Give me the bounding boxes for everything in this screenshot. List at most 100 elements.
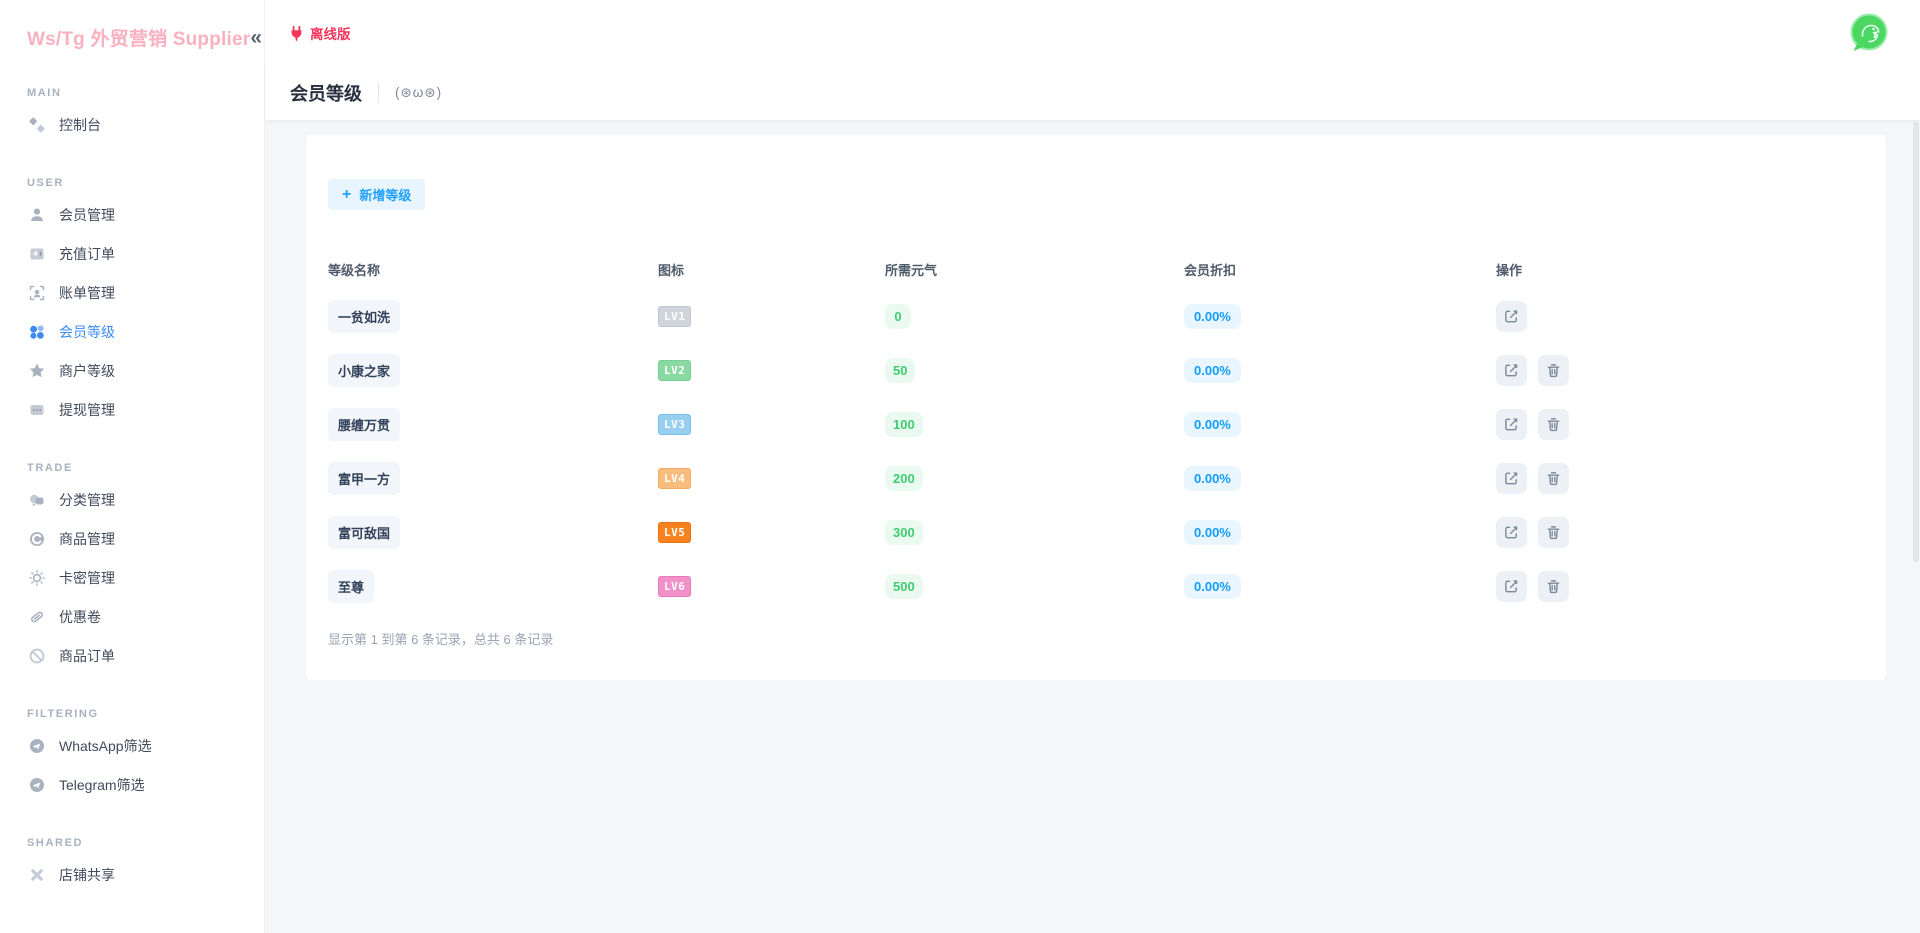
level-lv5-badge: LV5 (658, 521, 692, 543)
trash-icon (1547, 471, 1560, 485)
sidebar-item-label: 充值订单 (59, 245, 115, 262)
section-label-user: USER (27, 177, 64, 189)
delete-button[interactable] (1538, 516, 1569, 548)
table-row: 富可敌国 LV5 300 0.00% (328, 505, 1886, 559)
page-header: 会员等级 (⊛ω⊛) (265, 66, 1920, 120)
level-name-badge: 腰缠万贯 (328, 407, 401, 441)
table-row: 至尊 LV6 500 0.00% (328, 559, 1886, 613)
trash-icon (1547, 579, 1560, 593)
sidebar-item-billing[interactable]: 账单管理 (0, 273, 264, 312)
delete-button[interactable] (1538, 570, 1569, 602)
energy-value: 0 (885, 303, 911, 329)
sidebar-item-console[interactable]: 控制台 (0, 105, 264, 144)
scrollbar[interactable] (1913, 122, 1919, 562)
trash-icon (1547, 417, 1560, 431)
level-name-badge: 富甲一方 (328, 461, 401, 495)
edit-icon (1505, 525, 1518, 538)
sidebar-item-telegram-filter[interactable]: Telegram筛选 (0, 765, 264, 804)
sidebar-item-merchant-level[interactable]: 商户等级 (0, 351, 264, 390)
delete-button[interactable] (1538, 408, 1569, 440)
level-lv1-badge: LV1 (658, 305, 692, 327)
content-background: + 新增等级 等级名称 图标 所需元气 会员折扣 操作 一贫如洗 LV1 0 0… (265, 120, 1920, 933)
sidebar-item-label: 会员管理 (59, 206, 115, 223)
plug-icon (291, 25, 302, 41)
sidebar-item-coupon[interactable]: 优惠卷 (0, 597, 264, 636)
record-count-text: 显示第 1 到第 6 条记录，总共 6 条记录 (328, 632, 554, 647)
sidebar-item-recharge-orders[interactable]: 充值订单 (0, 234, 264, 273)
col-header-actions: 操作 (1496, 262, 1523, 278)
sidebar-item-whatsapp-filter[interactable]: WhatsApp筛选 (0, 726, 264, 765)
sidebar-item-category[interactable]: 分类管理 (0, 480, 264, 519)
sidebar-collapse-icon[interactable]: « (250, 27, 262, 48)
sidebar-item-product[interactable]: 商品管理 (0, 519, 264, 558)
main-area: 离线版 会员等级 (⊛ω⊛) + 新增等级 等级名称 图标 所需元气 会员折扣 … (265, 0, 1920, 933)
member-level-card: + 新增等级 等级名称 图标 所需元气 会员折扣 操作 一贫如洗 LV1 0 0… (306, 135, 1886, 680)
edit-button[interactable] (1496, 354, 1527, 386)
col-header-discount: 会员折扣 (1184, 262, 1237, 278)
delete-button[interactable] (1538, 354, 1569, 386)
level-name-badge: 小康之家 (328, 353, 401, 387)
telegram-filter-icon (27, 775, 46, 794)
table-header-row: 等级名称 图标 所需元气 会员折扣 操作 (328, 249, 1886, 289)
sidebar-item-label: 优惠卷 (59, 608, 101, 625)
edit-button[interactable] (1496, 516, 1527, 548)
sidebar-item-label: 商户等级 (59, 362, 115, 379)
add-level-button[interactable]: + 新增等级 (328, 179, 426, 210)
page-title: 会员等级 (290, 84, 362, 104)
dino-avatar-icon (1850, 13, 1888, 51)
energy-value: 100 (885, 411, 923, 437)
console-icon (27, 115, 46, 134)
level-lv2-badge: LV2 (658, 359, 692, 381)
col-header-icon: 图标 (658, 262, 685, 278)
recharge-orders-icon (27, 244, 46, 263)
sidebar-item-label: 会员等级 (59, 323, 115, 340)
edit-button[interactable] (1496, 408, 1527, 440)
level-lv3-badge: LV3 (658, 413, 692, 435)
category-icon (27, 490, 46, 509)
product-icon (27, 529, 46, 548)
offline-label: 离线版 (310, 27, 351, 42)
app-logo: Ws/Tg 外贸营销 Supplier (27, 28, 251, 50)
add-level-label: 新增等级 (359, 188, 412, 203)
edit-button[interactable] (1496, 462, 1527, 494)
sidebar-item-label: 账单管理 (59, 284, 115, 301)
whatsapp-filter-icon (27, 736, 46, 755)
sidebar-item-label: 卡密管理 (59, 569, 115, 586)
user-avatar[interactable] (1848, 12, 1890, 54)
card-key-icon (27, 568, 46, 587)
sidebar-item-label: 提现管理 (59, 401, 115, 418)
member-level-table: 等级名称 图标 所需元气 会员折扣 操作 一贫如洗 LV1 0 0.00% 小康… (328, 249, 1886, 613)
edit-icon (1505, 471, 1518, 484)
sidebar-item-member-management[interactable]: 会员管理 (0, 195, 264, 234)
sidebar-item-label: 店铺共享 (59, 866, 115, 883)
level-name-badge: 至尊 (328, 569, 375, 603)
sidebar-item-member-level[interactable]: 会员等级 (0, 312, 264, 351)
sidebar-item-label: 商品订单 (59, 647, 115, 664)
title-divider (378, 83, 379, 103)
member-management-icon (27, 205, 46, 224)
sidebar-item-product-orders[interactable]: 商品订单 (0, 636, 264, 675)
table-row: 腰缠万贯 LV3 100 0.00% (328, 397, 1886, 451)
level-lv4-badge: LV4 (658, 467, 692, 489)
sidebar-item-shop-share[interactable]: 店铺共享 (0, 855, 264, 894)
section-label-main: MAIN (27, 87, 62, 99)
offline-mode-badge[interactable]: 离线版 (290, 23, 351, 43)
col-header-name: 等级名称 (328, 262, 381, 278)
sidebar-item-label: Telegram筛选 (59, 776, 145, 793)
sidebar-item-card-key[interactable]: 卡密管理 (0, 558, 264, 597)
app-window: Ws/Tg 外贸营销 Supplier « MAIN 控制台 USER 会员管理… (0, 0, 1920, 933)
sidebar-item-label: WhatsApp筛选 (59, 737, 152, 754)
table-row: 小康之家 LV2 50 0.00% (328, 343, 1886, 397)
discount-value: 0.00% (1184, 519, 1241, 545)
sidebar-item-withdrawal[interactable]: 提现管理 (0, 390, 264, 429)
merchant-level-icon (27, 361, 46, 380)
edit-button[interactable] (1496, 570, 1527, 602)
topbar: 离线版 (265, 0, 1920, 66)
member-level-icon (27, 322, 46, 341)
edit-button[interactable] (1496, 300, 1527, 332)
billing-icon (27, 283, 46, 302)
delete-button[interactable] (1538, 462, 1569, 494)
energy-value: 300 (885, 519, 923, 545)
kaomoji-text: (⊛ω⊛) (395, 85, 443, 100)
discount-value: 0.00% (1184, 573, 1241, 599)
